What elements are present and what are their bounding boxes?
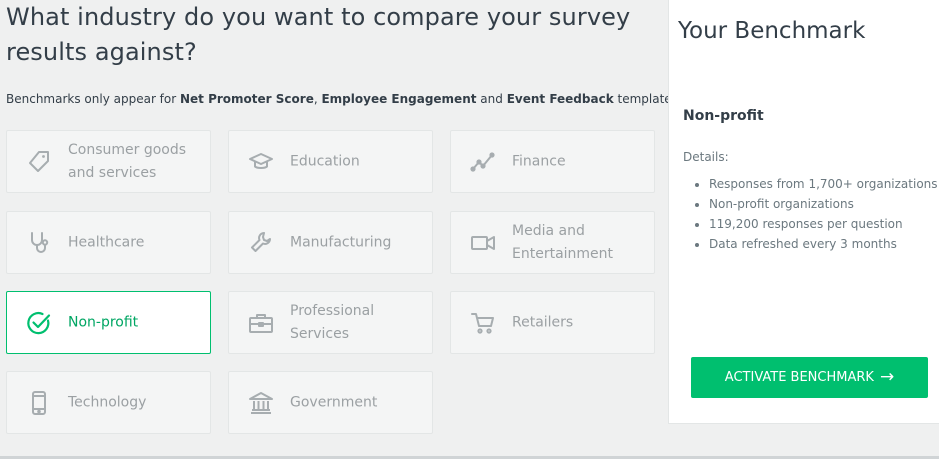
wrench-icon <box>247 229 275 257</box>
industry-card-finance[interactable]: Finance <box>450 130 655 193</box>
shopping-cart-icon <box>469 309 497 337</box>
line-chart-icon <box>469 148 497 176</box>
note-prefix: Benchmarks only appear for <box>6 92 180 106</box>
briefcase-icon <box>247 309 275 337</box>
industry-card-consumer-goods[interactable]: Consumer goods and services <box>6 130 211 193</box>
benchmark-availability-note: Benchmarks only appear for Net Promoter … <box>6 92 682 106</box>
note-net-promoter-score: Net Promoter Score <box>180 92 314 106</box>
note-employee-engagement: Employee Engagement <box>321 92 477 106</box>
industry-label: Consumer goods and services <box>68 141 187 181</box>
details-item: Non-profit organizations <box>709 194 933 214</box>
industry-card-technology[interactable]: Technology <box>6 371 211 434</box>
bank-building-icon <box>247 389 275 417</box>
industry-card-manufacturing[interactable]: Manufacturing <box>228 211 433 274</box>
details-item: Responses from 1,700+ organizations <box>709 174 938 194</box>
selected-industry: Non-profit <box>683 108 764 124</box>
industry-card-media[interactable]: Media and Entertainment <box>450 211 655 274</box>
industry-card-healthcare[interactable]: Healthcare <box>6 211 211 274</box>
arrow-right-icon: → <box>879 367 895 387</box>
industry-label: Healthcare <box>68 234 145 250</box>
industry-label: Education <box>290 153 360 169</box>
note-separator-2: and <box>476 92 507 106</box>
industry-label: Professional Services <box>290 302 375 342</box>
industry-label: Finance <box>512 153 566 169</box>
details-label: Details: <box>683 150 729 164</box>
page-title: What industry do you want to compare you… <box>6 3 631 66</box>
industry-card-non-profit[interactable]: Non-profit <box>6 291 211 354</box>
tag-icon <box>25 148 53 176</box>
stethoscope-icon <box>25 229 53 257</box>
graduation-cap-icon <box>247 148 275 176</box>
details-item: 119,200 responses per question <box>709 214 933 234</box>
video-camera-icon <box>469 229 497 257</box>
note-event-feedback: Event Feedback <box>506 92 614 106</box>
activate-benchmark-label: ACTIVATE BENCHMARK <box>724 370 874 385</box>
check-circle-icon <box>25 309 53 337</box>
industry-card-retailers[interactable]: Retailers <box>450 291 655 354</box>
industry-label: Government <box>290 394 378 410</box>
industry-label: Media and Entertainment <box>512 222 614 262</box>
industry-label: Non-profit <box>68 314 139 330</box>
industry-label: Manufacturing <box>290 234 392 250</box>
activate-benchmark-button[interactable]: ACTIVATE BENCHMARK → <box>691 357 928 398</box>
industry-label: Technology <box>68 394 147 410</box>
panel-title: Your Benchmark <box>678 18 866 44</box>
benchmark-panel: Your Benchmark Non-profit Details: Respo… <box>668 0 939 424</box>
industry-card-government[interactable]: Government <box>228 371 433 434</box>
industry-label: Retailers <box>512 314 574 330</box>
industry-card-professional-services[interactable]: Professional Services <box>228 291 433 354</box>
mobile-phone-icon <box>25 389 53 417</box>
details-item: Data refreshed every 3 months <box>709 234 933 254</box>
industry-card-education[interactable]: Education <box>228 130 433 193</box>
details-list: Responses from 1,700+ organizations Non-… <box>683 174 938 254</box>
